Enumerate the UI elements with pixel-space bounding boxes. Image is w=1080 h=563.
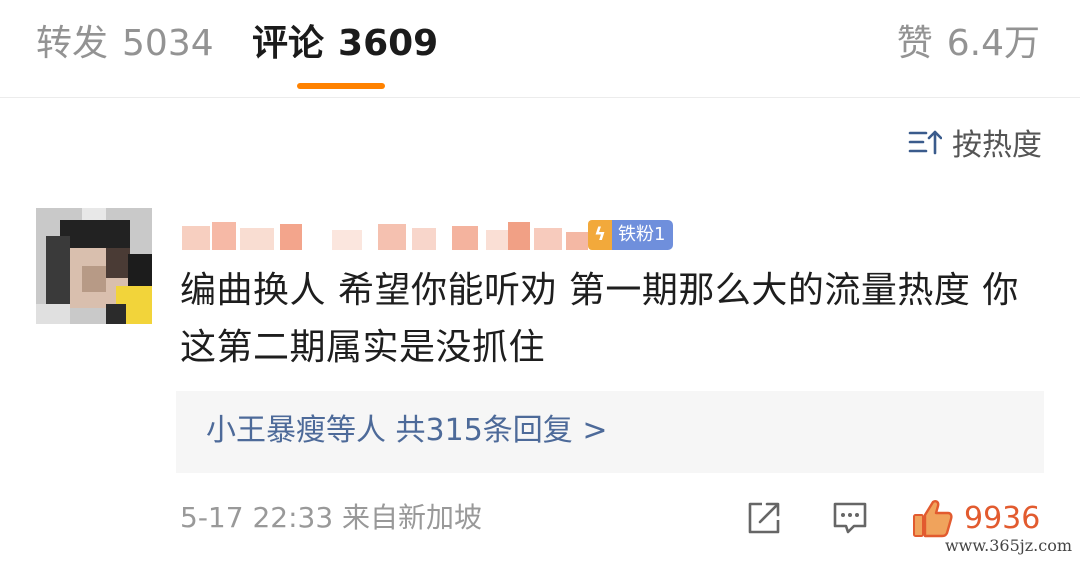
tab-repost-count: 5034 xyxy=(122,23,214,64)
tab-likes[interactable]: 赞 6.4万 xyxy=(897,22,1040,66)
lightning-icon: ϟ xyxy=(588,220,612,250)
tab-repost-label: 转发 xyxy=(36,23,109,64)
comment-source: 来自新加坡 xyxy=(342,501,483,534)
sort-icon xyxy=(908,130,942,155)
like-button[interactable]: 9936 xyxy=(912,496,1040,540)
tab-comments-count: 3609 xyxy=(338,23,439,64)
tab-likes-label: 赞 xyxy=(896,23,933,64)
tab-bar: 转发 5034 评论 3609 赞 6.4万 xyxy=(0,0,1080,98)
thumbs-up-icon xyxy=(913,500,953,538)
fan-badge: ϟ 铁粉1 xyxy=(588,220,674,250)
replies-preview[interactable]: 小王暴瘦等人 共315条回复 > xyxy=(176,391,1044,473)
active-tab-indicator xyxy=(297,83,385,89)
comment-time: 5-17 22:33 xyxy=(180,501,334,534)
replies-summary[interactable]: 小王暴瘦等人 共315条回复 > xyxy=(206,409,607,453)
comment-text: 编曲换人 希望你能听劝 第一期那么大的流量热度 你这第二期属实是没抓住 xyxy=(180,270,1019,368)
watermark: www.365jz.com xyxy=(944,536,1072,555)
sort-label: 按热度 xyxy=(952,128,1042,163)
fan-badge-label: 铁粉1 xyxy=(612,220,674,250)
tab-comments-label: 评论 xyxy=(252,23,325,64)
tab-repost[interactable]: 转发 5034 xyxy=(36,22,214,66)
like-count: 9936 xyxy=(964,500,1041,536)
avatar[interactable] xyxy=(36,208,152,324)
sort-button[interactable]: 按热度 xyxy=(908,122,1042,163)
username[interactable] xyxy=(182,218,602,256)
share-icon[interactable] xyxy=(744,498,784,538)
tab-comments[interactable]: 评论 3609 xyxy=(252,22,438,66)
comment-icon[interactable] xyxy=(830,498,870,538)
tab-likes-count: 6.4万 xyxy=(946,23,1040,64)
comment-meta: 5-17 22:33 来自新加坡 xyxy=(180,500,482,536)
